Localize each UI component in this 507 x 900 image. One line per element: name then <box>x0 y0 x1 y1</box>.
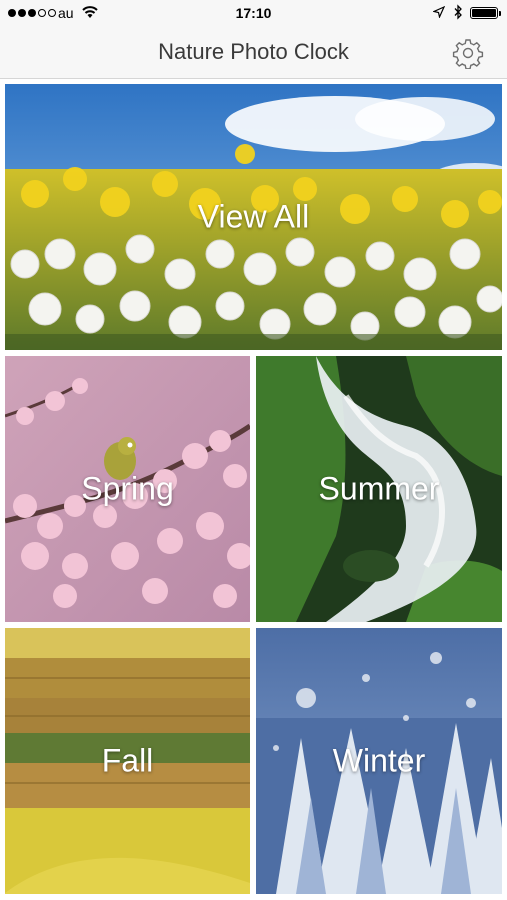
summer-tile[interactable]: Summer <box>256 356 502 622</box>
fall-tile[interactable]: Fall <box>5 628 250 894</box>
status-bar: au 17:10 <box>0 0 507 27</box>
page-title: Nature Photo Clock <box>158 39 349 64</box>
gear-icon[interactable] <box>452 37 484 69</box>
winter-label: Winter <box>332 742 426 779</box>
spring-tile[interactable]: Spring <box>5 356 250 622</box>
status-time: 17:10 <box>235 5 272 21</box>
bluetooth-icon <box>454 4 462 20</box>
battery-fill <box>472 9 496 17</box>
spring-label: Spring <box>81 470 174 507</box>
location-arrow-icon <box>433 6 445 18</box>
fall-label: Fall <box>101 742 154 779</box>
winter-tile[interactable]: Winter <box>256 628 502 894</box>
navigation-bar: Nature Photo Clock <box>0 27 507 79</box>
view-all-tile[interactable]: View All <box>5 84 502 350</box>
battery-icon <box>470 7 501 19</box>
summer-label: Summer <box>318 470 440 507</box>
view-all-label: View All <box>197 198 310 235</box>
